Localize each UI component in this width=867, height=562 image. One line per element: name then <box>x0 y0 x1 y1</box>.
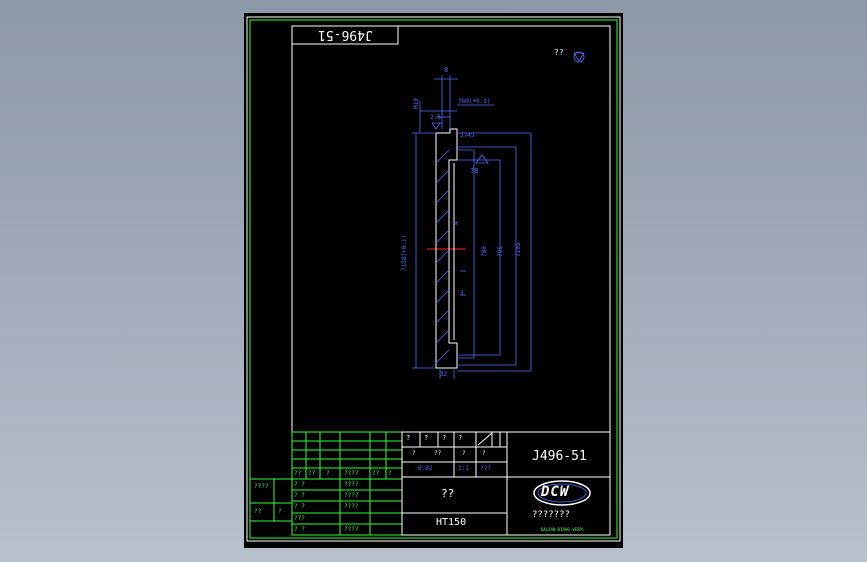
section-hatch <box>435 149 450 364</box>
sign-role-3: ? ? <box>294 503 305 510</box>
cad-drawing-canvas[interactable] <box>244 13 623 548</box>
dim-d2: ?95 <box>497 246 504 257</box>
sign-role-2: ? ? <box>294 492 305 499</box>
dimension-lines <box>412 51 585 379</box>
left-strip-2: ?? <box>254 508 262 515</box>
tb-r2c5: ? <box>482 450 486 457</box>
tb-weight: 0.82 <box>418 465 433 472</box>
corner-mark-label: ?? <box>554 48 564 57</box>
tb-sheet: ??? <box>480 465 491 472</box>
tb-r1c3: ? <box>442 434 447 442</box>
drawing-number: J496-51 <box>532 449 587 464</box>
drawing-sheet: J496-51 ?? 8 M10 ?89(+0.1) 2.5 2?45 ?8 ?… <box>244 13 623 548</box>
tb-r2c1: ? <box>412 450 416 457</box>
logo-text: DCW <box>541 484 570 500</box>
sign-role-5: ? ? <box>294 526 305 533</box>
dim-d3: ?105 <box>515 242 522 257</box>
sign-sig-5: ???? <box>344 526 359 533</box>
sig-header-1: ?? <box>294 470 302 477</box>
tb-r1c4: ? <box>458 434 463 442</box>
tb-scale: 1:1 <box>458 465 469 472</box>
left-strip-3: ? <box>278 508 282 515</box>
sig-header-3: ? <box>326 470 330 477</box>
left-strip-1: ???? <box>254 483 269 490</box>
sign-sig-2: ???? <box>344 492 359 499</box>
sig-header-4: ???? <box>344 470 359 477</box>
logo-subtext: DALIAN DIANG VERPL <box>541 527 585 532</box>
dim-left-diameter: ?158(+0.1) <box>401 234 408 271</box>
drawing-number-mirrored: J496-51 <box>318 27 373 42</box>
dim-top-small: 8 <box>444 66 449 74</box>
sign-sig-3: ???? <box>344 503 359 510</box>
sign-role-4: ??? <box>294 515 305 522</box>
dim-mid-a: 4 <box>453 221 460 225</box>
tb-r2c3: ?? <box>434 450 442 457</box>
dim-hole: ?8 <box>470 167 479 175</box>
tb-r2c4: ? <box>462 450 466 457</box>
dim-step: 2.5 <box>430 114 441 121</box>
part-material: HT150 <box>436 517 467 528</box>
sign-sig-1: ???? <box>344 481 359 488</box>
tb-r1c2: ? <box>424 434 429 442</box>
dim-bottom: 32 <box>440 371 448 378</box>
sign-role-1: ? ? <box>294 481 305 488</box>
sig-header-2: ?? <box>308 470 316 477</box>
dim-mid-b: 3 <box>460 290 464 297</box>
dim-thread-top: M10 <box>413 98 420 109</box>
dim-fit-top: ?89(+0.1) <box>458 98 491 105</box>
sig-header-5: ?? <box>372 470 380 477</box>
company-name: ??????? <box>532 510 570 520</box>
dim-chamfer: 2?45 <box>460 132 475 139</box>
dim-d1: ?80 <box>481 246 488 257</box>
sig-header-6: ? <box>388 470 392 477</box>
part-name: ?? <box>441 487 455 500</box>
tb-r1c1: ? <box>406 434 411 442</box>
